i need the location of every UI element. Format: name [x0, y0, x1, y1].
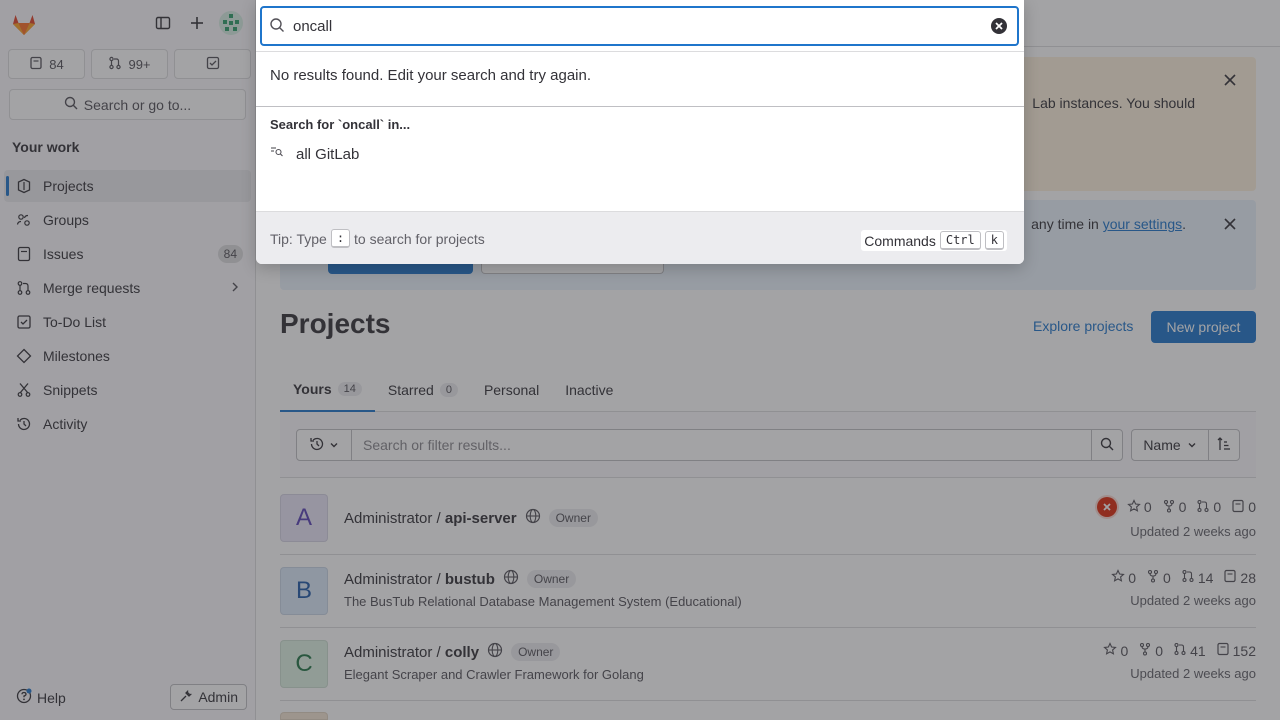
global-search-input[interactable]: oncall: [260, 6, 1019, 46]
divider: [256, 106, 1024, 107]
divider: [256, 51, 1024, 52]
tip-key: :: [330, 229, 351, 248]
commands-hint[interactable]: Commands Ctrl k: [861, 230, 1007, 251]
search-scope-heading: Search for `oncall` in...: [270, 117, 411, 132]
tip-prefix: Tip: Type: [270, 230, 327, 247]
search-query: oncall: [293, 17, 333, 35]
search-tip: Tip: Type : to search for projects: [270, 229, 485, 248]
clear-search-icon[interactable]: [990, 17, 1008, 35]
no-results-message: No results found. Edit your search and t…: [270, 67, 592, 84]
tip-suffix: to search for projects: [354, 230, 485, 247]
search-icon: [269, 17, 285, 36]
commands-key: k: [984, 231, 1004, 250]
commands-key: Ctrl: [939, 231, 981, 250]
search-scope-all-gitlab[interactable]: all GitLab: [270, 145, 359, 163]
search-modal: oncall No results found. Edit your searc…: [256, 0, 1024, 264]
commands-label: Commands: [864, 232, 936, 249]
search-results-icon: [270, 145, 284, 163]
search-modal-footer: Tip: Type : to search for projects Comma…: [256, 211, 1024, 264]
scope-label: all GitLab: [296, 145, 360, 163]
